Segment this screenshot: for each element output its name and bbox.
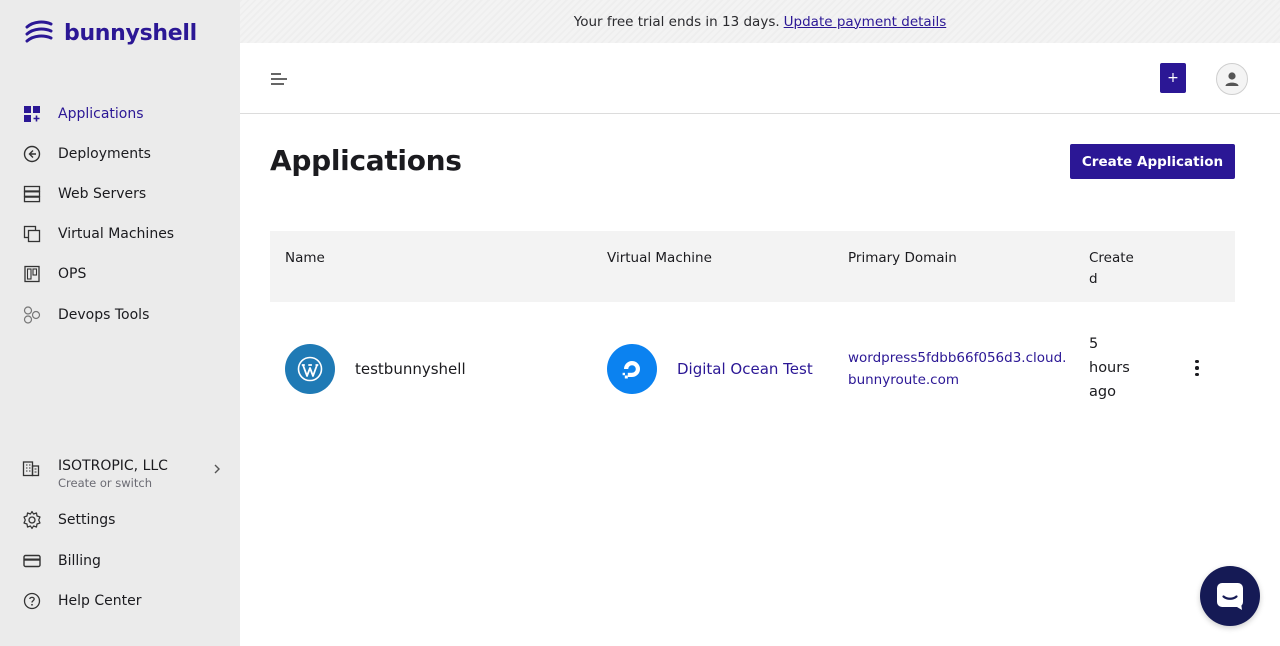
page-title: Applications <box>270 144 462 177</box>
vm-link[interactable]: Digital Ocean Test <box>677 360 813 378</box>
bunnyshell-logo-icon <box>25 20 53 43</box>
sidebar-item-ops[interactable]: OPS <box>22 262 86 286</box>
brand-name: bunnyshell <box>64 20 197 46</box>
sidebar-item-settings[interactable]: Settings <box>22 508 115 532</box>
trial-banner: Your free trial ends in 13 days. Update … <box>240 0 1280 43</box>
server-icon <box>22 184 42 204</box>
chevron-right-icon <box>212 460 222 479</box>
gear-icon <box>22 510 42 530</box>
column-header-virtual-machine: Virtual Machine <box>607 250 712 266</box>
create-application-button[interactable]: Create Application <box>1070 144 1235 179</box>
org-name: ISOTROPIC, LLC <box>58 458 168 474</box>
ops-icon <box>22 264 42 284</box>
user-avatar[interactable] <box>1216 63 1248 95</box>
sidebar: bunnyshell Applications Deployments Web … <box>0 0 240 646</box>
deploy-icon <box>22 144 42 164</box>
sidebar-item-label: Billing <box>58 553 101 569</box>
user-icon <box>1225 72 1239 86</box>
update-payment-link[interactable]: Update payment details <box>784 14 947 30</box>
row-actions-kebab-icon[interactable] <box>1190 356 1204 380</box>
sidebar-item-label: Applications <box>58 106 144 122</box>
top-bar: + <box>240 43 1280 114</box>
digitalocean-icon <box>607 344 657 394</box>
brand-logo[interactable]: bunnyshell <box>24 20 197 46</box>
grid-plus-icon <box>22 104 42 124</box>
column-header-created: Create d <box>1089 250 1134 287</box>
sidebar-item-web-servers[interactable]: Web Servers <box>22 182 146 206</box>
vm-cell: Digital Ocean Test <box>607 344 813 394</box>
created-time: 5 hours ago <box>1089 336 1130 400</box>
chat-icon <box>1217 583 1243 610</box>
help-icon <box>22 591 42 611</box>
sidebar-item-label: Settings <box>58 512 116 528</box>
building-icon <box>22 459 42 479</box>
sidebar-item-label: Deployments <box>58 146 151 162</box>
table-row[interactable]: testbunnyshell Digital Ocean Test wordpr… <box>270 302 1235 436</box>
sidebar-item-virtual-machines[interactable]: Virtual Machines <box>22 222 174 246</box>
org-switcher[interactable]: ISOTROPIC, LLC Create or switch <box>22 458 222 490</box>
menu-toggle-icon[interactable] <box>270 71 288 87</box>
sidebar-item-help-center[interactable]: Help Center <box>22 589 142 613</box>
app-name[interactable]: testbunnyshell <box>355 360 466 378</box>
column-header-primary-domain: Primary Domain <box>848 250 957 266</box>
molecule-icon <box>22 305 42 325</box>
sidebar-item-applications[interactable]: Applications <box>22 102 144 126</box>
trial-banner-text: Your free trial ends in 13 days. <box>573 13 780 30</box>
sidebar-item-label: Help Center <box>58 593 142 609</box>
column-header-name: Name <box>285 250 325 266</box>
credit-card-icon <box>22 551 42 571</box>
table-header: Name Virtual Machine Primary Domain Crea… <box>270 231 1235 302</box>
sidebar-item-billing[interactable]: Billing <box>22 549 101 573</box>
wordpress-icon <box>285 344 335 394</box>
chat-launcher[interactable] <box>1200 566 1260 626</box>
org-switch-hint: Create or switch <box>58 476 152 490</box>
sidebar-item-deployments[interactable]: Deployments <box>22 142 151 166</box>
sidebar-item-label: OPS <box>58 266 87 282</box>
sidebar-item-label: Web Servers <box>58 186 147 202</box>
sidebar-item-label: Devops Tools <box>58 307 150 323</box>
quick-add-button[interactable]: + <box>1160 63 1186 93</box>
sidebar-item-devops-tools[interactable]: Devops Tools <box>22 303 149 327</box>
app-name-cell: testbunnyshell <box>285 344 466 394</box>
sidebar-item-label: Virtual Machines <box>58 226 175 242</box>
stack-icon <box>22 224 42 244</box>
primary-domain-link[interactable]: wordpress5fdbb66f056d3.cloud. bunnyroute… <box>848 347 1066 391</box>
